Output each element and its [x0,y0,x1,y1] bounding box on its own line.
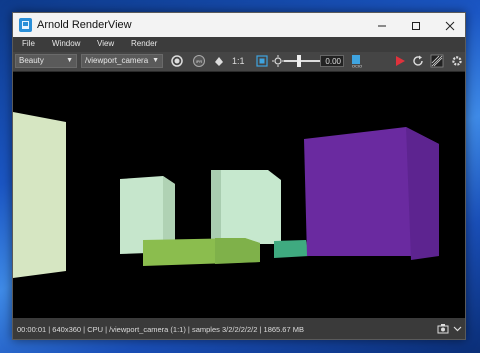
aov-value: Beauty [19,56,44,65]
close-icon [445,21,455,31]
window-title: Arnold RenderView [37,19,132,31]
minimize-icon [378,25,386,27]
pale-box-right [221,170,281,244]
camera-snapshot-icon[interactable] [437,323,449,334]
camera-dropdown[interactable]: /viewport_camera ▼ [81,54,163,68]
chevron-down-icon: ▼ [66,57,73,64]
menu-bar: File Window View Render [13,37,465,52]
refresh-icon[interactable] [411,54,425,68]
chevron-down-icon: ▼ [152,57,159,64]
green-box-side [215,238,260,264]
crop-region-icon[interactable] [212,54,226,68]
exposure-icon [272,55,284,67]
render-viewport[interactable] [13,72,465,318]
exposure-slider-handle[interactable] [297,55,301,67]
status-bar: 00:00:01 | 640x360 | CPU | /viewport_cam… [13,318,465,339]
minimize-button[interactable] [365,13,399,37]
menu-render[interactable]: Render [131,39,157,48]
svg-text:OCIO: OCIO [352,64,362,69]
fit-frame-icon[interactable] [255,54,269,68]
color-management-icon[interactable]: OCIO [350,54,364,68]
debug-shading-icon[interactable] [430,54,444,68]
aov-dropdown[interactable]: Beauty ▼ [15,54,77,68]
exposure-field[interactable]: 0.00 [320,55,344,67]
left-slab [13,112,66,278]
svg-text:IPR: IPR [196,59,203,64]
menu-view[interactable]: View [97,39,114,48]
ipr-icon[interactable]: IPR [192,54,206,68]
chevron-down-icon[interactable] [453,324,462,333]
menu-window[interactable]: Window [52,39,80,48]
pale-box-right-side [211,170,221,244]
ratio-label[interactable]: 1:1 [232,56,245,66]
sphere-icon[interactable] [170,54,184,68]
close-button[interactable] [433,13,465,37]
status-text: 00:00:01 | 640x360 | CPU | /viewport_cam… [17,325,304,334]
render-play-icon[interactable] [393,54,407,68]
gear-icon[interactable] [450,54,464,68]
menu-file[interactable]: File [22,39,35,48]
purple-cube-side [406,127,439,260]
camera-value: /viewport_camera [85,56,149,65]
render-image [13,112,439,278]
renderview-window: Arnold RenderView File Window View Rende… [12,12,466,340]
maximize-button[interactable] [399,13,433,37]
title-bar: Arnold RenderView [13,13,465,37]
teal-box [274,240,309,258]
arnold-app-icon [19,18,32,32]
maximize-icon [412,21,420,30]
exposure-slider[interactable] [284,60,320,62]
toolbar: Beauty ▼ /viewport_camera ▼ IPR 1:1 0.00… [13,52,465,72]
